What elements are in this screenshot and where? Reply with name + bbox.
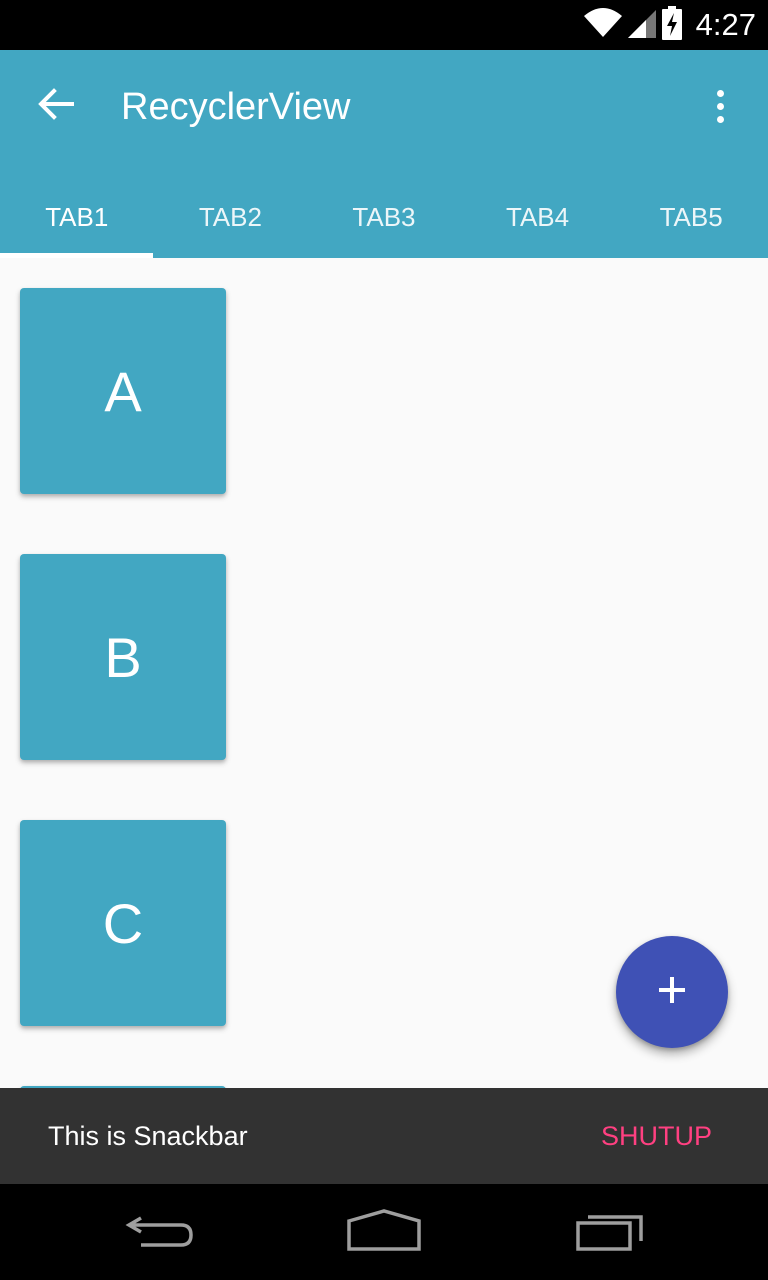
- more-vert-icon: [716, 89, 724, 97]
- list-item-card[interactable]: B: [20, 554, 226, 760]
- card-label: A: [104, 359, 142, 423]
- add-fab-button[interactable]: [616, 936, 728, 1048]
- back-nav-icon: [125, 1212, 195, 1253]
- tab-5[interactable]: TAB5: [614, 176, 768, 258]
- nav-recents-button[interactable]: [560, 1202, 660, 1262]
- back-button[interactable]: [30, 80, 82, 132]
- tab-4[interactable]: TAB4: [461, 176, 615, 258]
- tab-label: TAB2: [198, 201, 262, 232]
- app-bar: RecyclerView TAB1 TAB2 TAB3 TAB4 TAB5: [0, 50, 768, 258]
- battery-charging-icon: [661, 5, 682, 45]
- status-icons: 4:27: [583, 0, 756, 50]
- tab-label: TAB5: [659, 201, 723, 232]
- system-nav-bar: [0, 1184, 768, 1280]
- nav-back-button[interactable]: [110, 1202, 210, 1262]
- card-label: C: [102, 891, 144, 955]
- snackbar-action-button[interactable]: SHUTUP: [601, 1088, 712, 1184]
- tab-bar: TAB1 TAB2 TAB3 TAB4 TAB5: [0, 176, 768, 258]
- page-title: RecyclerView: [121, 86, 351, 128]
- wifi-icon: [583, 7, 622, 43]
- signal-icon: [627, 8, 656, 43]
- tab-3[interactable]: TAB3: [307, 176, 461, 258]
- tab-1[interactable]: TAB1: [0, 176, 154, 258]
- add-icon: [656, 974, 688, 1011]
- list-item-card[interactable]: A: [20, 288, 226, 494]
- tab-2[interactable]: TAB2: [154, 176, 308, 258]
- tab-label: TAB3: [352, 201, 416, 232]
- tab-label: TAB1: [45, 201, 109, 232]
- list-item-card[interactable]: C: [20, 820, 226, 1026]
- arrow-back-icon: [38, 87, 74, 125]
- recents-nav-icon: [575, 1209, 645, 1256]
- home-nav-icon: [346, 1208, 422, 1256]
- snackbar-message: This is Snackbar: [48, 1120, 248, 1151]
- nav-home-button[interactable]: [334, 1202, 434, 1262]
- more-options-button[interactable]: [698, 82, 742, 130]
- clock: 4:27: [695, 7, 756, 42]
- card-label: B: [104, 625, 142, 689]
- snackbar: This is Snackbar SHUTUP: [0, 1088, 768, 1184]
- tab-label: TAB4: [506, 201, 570, 232]
- status-bar: 4:27: [0, 0, 768, 50]
